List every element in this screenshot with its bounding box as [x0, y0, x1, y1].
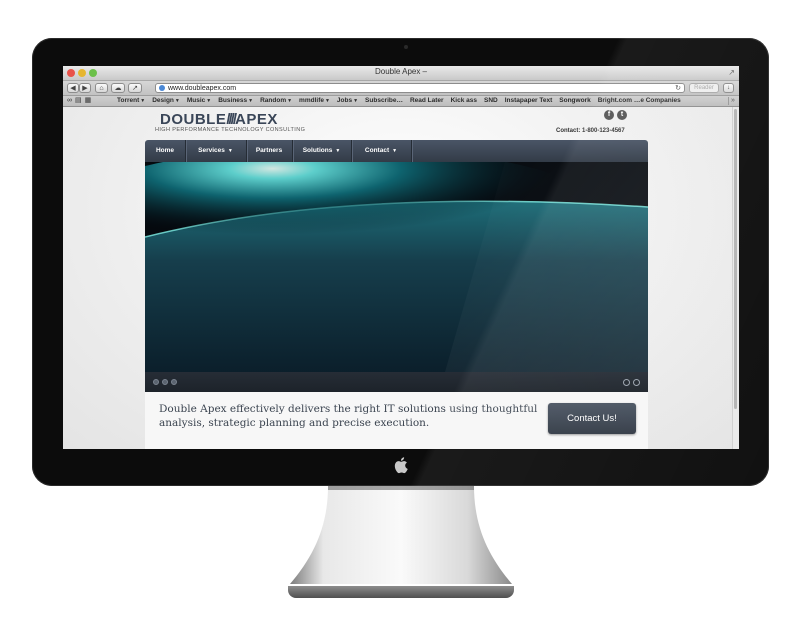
chevron-down-icon: ▼: [227, 148, 233, 154]
chevron-down-icon: ▼: [324, 98, 330, 104]
bookmark-label: Music: [186, 97, 206, 104]
nav-item-label: Partners: [255, 147, 283, 154]
forward-button[interactable]: ▶: [79, 83, 91, 93]
fullscreen-icon[interactable]: ↗: [728, 69, 735, 77]
callout-section: Double Apex effectively delivers the rig…: [145, 392, 648, 449]
earth-horizon-image: [145, 162, 648, 372]
icloud-button[interactable]: ☁: [111, 83, 125, 93]
nav-item-services[interactable]: Services ▼: [185, 140, 247, 162]
site-navigation: Home Services ▼ Partners Solutions ▼ Contact ▼: [145, 140, 648, 162]
browser-window: Double Apex – ↗ ◀ ▶ ⌂ ☁ ↗ www.doubleapex…: [63, 66, 739, 449]
chevron-down-icon: ▼: [206, 98, 212, 104]
reload-icon[interactable]: ↻: [675, 84, 681, 93]
bookmark-label: Read Later: [409, 97, 444, 104]
logo-word-apex: APEX: [235, 111, 278, 128]
bookmark-label: Design: [152, 97, 174, 104]
slide-dot[interactable]: [162, 379, 168, 385]
bookmark-item[interactable]: Design▼: [152, 96, 180, 106]
nav-item-label: Services: [198, 147, 225, 154]
bookmark-label: SND: [483, 97, 498, 104]
bookmark-label: Business: [218, 97, 248, 104]
bookmark-tools-icons[interactable]: ∞▤▦: [67, 97, 94, 105]
slide-next-icon[interactable]: [633, 379, 640, 386]
monitor-stand-base: [288, 586, 514, 598]
nav-item-contact[interactable]: Contact ▼: [351, 140, 412, 162]
bookmark-item[interactable]: Read Later: [410, 96, 444, 106]
twitter-icon[interactable]: t: [617, 110, 627, 120]
site-logo[interactable]: DOUBLE////APEX: [160, 111, 278, 128]
bookmark-item[interactable]: Instapaper Text: [505, 96, 553, 106]
nav-item-partners[interactable]: Partners: [246, 140, 293, 162]
bookmark-label: Jobs: [336, 97, 353, 104]
address-bar[interactable]: www.doubleapex.com ↻: [155, 83, 685, 93]
logo-word-double: DOUBLE: [160, 111, 227, 128]
bookmark-item[interactable]: Random▼: [260, 96, 292, 106]
bookmark-label: Random: [260, 97, 287, 104]
url-text: www.doubleapex.com: [168, 85, 237, 92]
contact-phone: Contact: 1-800-123-4567: [556, 128, 625, 134]
bookmark-item[interactable]: mmdlife▼: [299, 96, 330, 106]
nav-item-solutions[interactable]: Solutions ▼: [292, 140, 352, 162]
bookmark-label: Subscribe…: [365, 97, 403, 104]
bookmark-item[interactable]: Bright.com …e Companies: [598, 96, 681, 106]
hero-slider: [145, 162, 648, 392]
bookmark-item[interactable]: Business▼: [218, 96, 253, 106]
page-scrollbar[interactable]: [732, 107, 739, 449]
page-content: DOUBLE////APEX HIGH PERFORMANCE TECHNOLO…: [63, 107, 739, 449]
bookmark-item[interactable]: SND: [484, 96, 498, 106]
callout-text: Double Apex effectively delivers the rig…: [159, 403, 538, 429]
title-bar: Double Apex – ↗: [63, 66, 739, 81]
nav-item-label: Solutions: [302, 147, 333, 154]
chevron-down-icon: ▼: [248, 98, 254, 104]
scroll-thumb[interactable]: [734, 109, 737, 409]
window-title: Double Apex –: [374, 67, 428, 76]
site-tagline: HIGH PERFORMANCE TECHNOLOGY CONSULTING: [155, 127, 306, 133]
nav-item-label: Home: [155, 147, 175, 154]
bookmark-item[interactable]: Kick ass: [451, 96, 477, 106]
bookmarks-overflow-icon[interactable]: »: [728, 97, 737, 105]
nav-item-label: Contact: [364, 147, 390, 154]
slide-prev-icon[interactable]: [623, 379, 630, 386]
bookmark-item[interactable]: Torrent▼: [117, 96, 145, 106]
browser-toolbar: ◀ ▶ ⌂ ☁ ↗ www.doubleapex.com ↻ Reader ↓: [63, 81, 739, 96]
bookmark-item[interactable]: Music▼: [187, 96, 211, 106]
apple-logo-icon: [394, 457, 408, 474]
bookmark-item[interactable]: Jobs▼: [337, 96, 358, 106]
chevron-down-icon: ▼: [335, 148, 341, 154]
reader-button[interactable]: Reader: [689, 83, 719, 93]
share-button[interactable]: ↗: [128, 83, 142, 93]
logo-slashes: ////: [226, 111, 237, 128]
contact-us-button[interactable]: Contact Us!: [548, 403, 636, 434]
facebook-icon[interactable]: f: [604, 110, 614, 120]
camera-icon: [404, 45, 408, 49]
bookmark-item[interactable]: Subscribe…: [365, 96, 403, 106]
bookmark-label: mmdlife: [299, 97, 324, 104]
chevron-down-icon: ▼: [174, 98, 180, 104]
home-button[interactable]: ⌂: [95, 83, 108, 93]
globe-icon: [159, 85, 165, 91]
bookmark-list: Torrent▼ Design▼ Music▼ Business▼ Random▼ mmd…: [117, 96, 688, 106]
back-button[interactable]: ◀: [67, 83, 79, 93]
chevron-down-icon: ▼: [353, 98, 359, 104]
bookmark-label: Torrent: [117, 97, 140, 104]
chevron-down-icon: ▼: [140, 98, 146, 104]
bookmarks-bar: ∞▤▦ Torrent▼ Design▼ Music▼ Business▼ Random…: [63, 96, 739, 107]
monitor-stand: [290, 486, 512, 584]
downloads-icon[interactable]: ↓: [723, 83, 734, 93]
nav-item-home[interactable]: Home: [145, 140, 186, 162]
chevron-down-icon: ▼: [392, 148, 398, 154]
slide-dot[interactable]: [171, 379, 177, 385]
bookmark-label: Bright.com …e Companies: [597, 97, 681, 104]
bookmark-label: Kick ass: [450, 97, 477, 104]
bookmark-label: Instapaper Text: [504, 97, 553, 104]
bookmark-label: Songwork: [559, 97, 591, 104]
slide-dot[interactable]: [153, 379, 159, 385]
chevron-down-icon: ▼: [287, 98, 293, 104]
slider-controls: [145, 372, 648, 392]
bookmark-item[interactable]: Songwork: [559, 96, 590, 106]
